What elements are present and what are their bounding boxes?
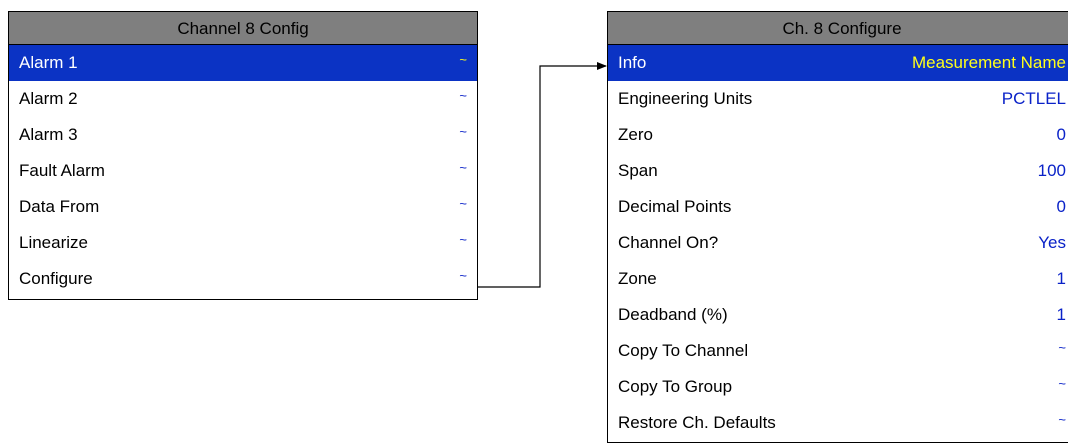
channel-8-config-panel: Channel 8 Config Alarm 1 ~ Alarm 2 ~ Ala… — [8, 11, 478, 300]
menu-item-alarm-2[interactable]: Alarm 2 ~ — [9, 81, 477, 117]
menu-item-value: Yes — [1038, 233, 1066, 252]
menu-item-fault-alarm[interactable]: Fault Alarm ~ — [9, 153, 477, 189]
menu-item-label: Restore Ch. Defaults — [618, 413, 776, 432]
panel-title: Ch. 8 Configure — [608, 12, 1068, 45]
menu-item-label: Copy To Group — [618, 377, 733, 396]
menu-item-alarm-3[interactable]: Alarm 3 ~ — [9, 117, 477, 153]
submenu-indicator: ~ — [459, 268, 467, 283]
menu-item-label: Deadband (%) — [618, 305, 728, 324]
ch-8-configure-panel: Ch. 8 Configure Info Measurement Name En… — [607, 11, 1068, 443]
menu-item-label: Decimal Points — [618, 197, 732, 216]
menu-item-copy-to-group[interactable]: Copy To Group ~ — [608, 369, 1068, 405]
menu-item-zero[interactable]: Zero 0 — [608, 117, 1068, 153]
menu-item-label: Data From — [19, 197, 100, 216]
submenu-indicator: ~ — [459, 124, 467, 139]
submenu-indicator: ~ — [459, 160, 467, 175]
menu-item-data-from[interactable]: Data From ~ — [9, 189, 477, 225]
menu-item-label: Alarm 1 — [19, 53, 78, 72]
menu-item-copy-to-channel[interactable]: Copy To Channel ~ — [608, 333, 1068, 369]
menu-item-label: Channel On? — [618, 233, 719, 252]
menu-item-zone[interactable]: Zone 1 — [608, 261, 1068, 297]
connector-line — [478, 62, 607, 288]
menu-item-label: Configure — [19, 269, 93, 288]
menu-item-label: Zone — [618, 269, 657, 288]
menu-item-label: Engineering Units — [618, 89, 753, 108]
menu-item-value: 1 — [1056, 305, 1066, 324]
submenu-indicator: ~ — [1058, 340, 1066, 355]
panel-title: Channel 8 Config — [9, 12, 477, 45]
menu-item-engineering-units[interactable]: Engineering Units PCTLEL — [608, 81, 1068, 117]
menu-item-label: Alarm 3 — [19, 125, 78, 144]
menu-item-label: Fault Alarm — [19, 161, 105, 180]
menu-item-value: Measurement Name — [911, 53, 1066, 72]
menu-item-span[interactable]: Span 100 — [608, 153, 1068, 189]
menu-item-label: Copy To Channel — [618, 341, 749, 360]
submenu-indicator: ~ — [1058, 376, 1066, 391]
submenu-indicator: ~ — [459, 88, 467, 103]
menu-item-value: 0 — [1056, 197, 1066, 216]
submenu-indicator: ~ — [459, 232, 467, 247]
menu-item-label: Alarm 2 — [19, 89, 78, 108]
menu-item-deadband[interactable]: Deadband (%) 1 — [608, 297, 1068, 333]
submenu-indicator: ~ — [459, 52, 467, 67]
menu-item-label: Zero — [618, 125, 653, 144]
submenu-indicator: ~ — [459, 196, 467, 211]
menu-item-value: PCTLEL — [1001, 89, 1066, 108]
menu-item-label: Info — [618, 53, 647, 72]
menu-item-value: 100 — [1037, 161, 1066, 180]
menu-item-value: 1 — [1056, 269, 1066, 288]
menu-item-label: Span — [618, 161, 658, 180]
submenu-indicator: ~ — [1058, 412, 1066, 427]
menu-item-info[interactable]: Info Measurement Name — [608, 45, 1068, 81]
menu-item-value: 0 — [1056, 125, 1066, 144]
menu-item-configure[interactable]: Configure ~ — [9, 261, 477, 297]
menu-item-restore-ch-defaults[interactable]: Restore Ch. Defaults ~ — [608, 405, 1068, 441]
menu-item-linearize[interactable]: Linearize ~ — [9, 225, 477, 261]
menu-item-alarm-1[interactable]: Alarm 1 ~ — [9, 45, 477, 81]
menu-item-label: Linearize — [19, 233, 88, 252]
menu-item-decimal-points[interactable]: Decimal Points 0 — [608, 189, 1068, 225]
menu-item-channel-on[interactable]: Channel On? Yes — [608, 225, 1068, 261]
